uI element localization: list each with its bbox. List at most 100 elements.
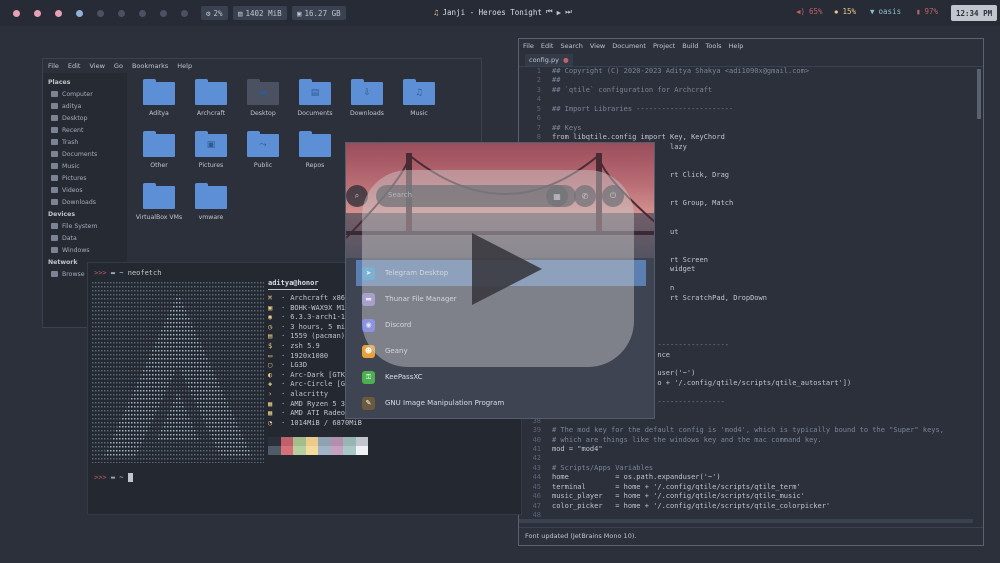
clock[interactable]: 12:34 PM <box>951 5 998 21</box>
menu-item[interactable]: Help <box>729 42 744 50</box>
sidebar-item[interactable]: Documents <box>48 148 127 160</box>
folder-label: Public <box>253 162 273 169</box>
place-icon <box>51 91 58 97</box>
folder-item[interactable]: vmware <box>185 183 237 229</box>
play-icon[interactable]: ▶ <box>557 8 562 17</box>
folder-item[interactable]: ▣ Pictures <box>185 131 237 177</box>
sidebar-item[interactable]: Pictures <box>48 172 127 184</box>
info-separator: · <box>281 341 286 350</box>
palette-swatch <box>293 446 306 455</box>
folder-item[interactable]: ♫ Music <box>393 79 445 125</box>
workspace-dot[interactable] <box>13 9 20 17</box>
close-icon[interactable]: ● <box>563 56 569 64</box>
palette-swatch <box>293 437 306 446</box>
menu-item[interactable]: File <box>48 62 59 70</box>
menu-item[interactable]: Edit <box>541 42 554 50</box>
info-icon: ▢ <box>268 361 273 370</box>
brightness-widget[interactable]: ✹ 15% <box>834 7 856 16</box>
folder-icon <box>143 183 175 209</box>
workspace-dot[interactable] <box>76 9 83 17</box>
sidebar-item[interactable]: Recent <box>48 124 127 136</box>
menu-item[interactable]: File <box>523 42 534 50</box>
workspace-dot[interactable] <box>160 9 167 17</box>
line-number: 43 <box>532 463 541 472</box>
folder-icon <box>143 131 175 157</box>
launcher-app-item[interactable]: ⚿ KeePassXC <box>356 364 646 390</box>
menu-item[interactable]: Help <box>177 62 192 70</box>
code-line: ## <box>552 76 561 85</box>
workspace-dot[interactable] <box>34 9 41 17</box>
palette-swatch <box>280 446 293 455</box>
menu-item[interactable]: Search <box>560 42 582 50</box>
folder-item[interactable]: Archcraft <box>185 79 237 125</box>
menu-item[interactable]: Project <box>653 42 675 50</box>
folder-item[interactable]: ⇩ Downloads <box>341 79 393 125</box>
menu-item[interactable]: View <box>590 42 605 50</box>
menu-item[interactable]: Edit <box>68 62 81 70</box>
sidebar-item-label: Windows <box>62 246 90 254</box>
palette-swatch <box>305 446 318 455</box>
workspace-dot[interactable] <box>139 9 146 17</box>
line-number: 1 <box>536 67 541 75</box>
menu-item[interactable]: Document <box>612 42 646 50</box>
palette-swatch <box>330 446 343 455</box>
folder-label: Downloads <box>350 110 384 117</box>
place-icon <box>51 235 58 241</box>
info-text: alacritty <box>290 389 329 398</box>
folder-icon <box>195 79 227 105</box>
menu-item[interactable]: View <box>89 62 104 70</box>
file-manager-menubar: File Edit View Go Bookmarks Help <box>43 59 481 73</box>
sidebar-item[interactable]: Desktop <box>48 112 127 124</box>
folder-item[interactable]: Repos <box>289 131 341 177</box>
menu-item[interactable]: Go <box>114 62 123 70</box>
wifi-widget[interactable]: ▼ oasis <box>870 7 901 16</box>
folder-item[interactable]: ⤳ Public <box>237 131 289 177</box>
folder-item[interactable]: ▬ Desktop <box>237 79 289 125</box>
info-separator: · <box>281 389 286 398</box>
sidebar-item[interactable]: Data <box>48 232 127 244</box>
line-number: 4 <box>536 95 541 104</box>
scrollbar[interactable] <box>977 69 981 119</box>
sidebar-item[interactable]: File System <box>48 220 127 232</box>
battery-widget: ▮ 97% <box>916 7 938 16</box>
battery-icon: ▮ <box>916 7 921 16</box>
next-icon[interactable]: ⏭ <box>565 7 572 17</box>
menu-item[interactable]: Build <box>682 42 698 50</box>
horizontal-scrollbar[interactable] <box>519 519 973 523</box>
app-name: KeePassXC <box>385 373 423 381</box>
sidebar-item[interactable]: Computer <box>48 88 127 100</box>
sidebar-item[interactable]: Trash <box>48 136 127 148</box>
workspace-dot[interactable] <box>118 9 125 17</box>
sidebar-item[interactable]: Windows <box>48 244 127 256</box>
previous-icon[interactable]: ⏮ <box>546 7 553 17</box>
workspace-indicators[interactable] <box>13 9 188 17</box>
folder-icon: ⇩ <box>351 79 383 105</box>
sidebar-item[interactable]: Downloads <box>48 196 127 208</box>
volume-widget[interactable]: ◀) 65% <box>796 7 823 16</box>
folder-item[interactable]: ▤ Documents <box>289 79 341 125</box>
sidebar-item[interactable]: Videos <box>48 184 127 196</box>
menu-item[interactable]: Tools <box>706 42 722 50</box>
music-widget[interactable]: ♫ Janji - Heroes Tonight ⏮ ▶ ⏭ <box>434 7 572 17</box>
menu-item[interactable]: Bookmarks <box>132 62 168 70</box>
info-icon: ▤ <box>268 332 273 341</box>
workspace-dot[interactable] <box>97 9 104 17</box>
folder-icon: ⤳ <box>247 131 279 157</box>
folder-item[interactable]: VirtualBox VMs <box>133 183 185 229</box>
info-text: 1559 (pacman) <box>290 332 346 341</box>
sidebar-item[interactable]: aditya <box>48 100 127 112</box>
video-play-button[interactable] <box>362 170 634 367</box>
launcher-app-item[interactable]: ✎ GNU Image Manipulation Program <box>356 390 646 416</box>
code-line: mod = "mod4" <box>552 445 603 453</box>
tab-config-py[interactable]: config.py ● <box>525 53 573 66</box>
palette-swatch <box>343 437 356 446</box>
line-number: 40 <box>532 435 541 444</box>
info-separator: · <box>281 380 286 389</box>
workspace-dot[interactable] <box>181 9 188 17</box>
folder-item[interactable]: Aditya <box>133 79 185 125</box>
folder-label: Other <box>150 162 168 169</box>
workspace-dot[interactable] <box>55 9 62 17</box>
sidebar-item[interactable]: Music <box>48 160 127 172</box>
folder-item[interactable]: Other <box>133 131 185 177</box>
info-icon: ▣ <box>268 303 273 312</box>
